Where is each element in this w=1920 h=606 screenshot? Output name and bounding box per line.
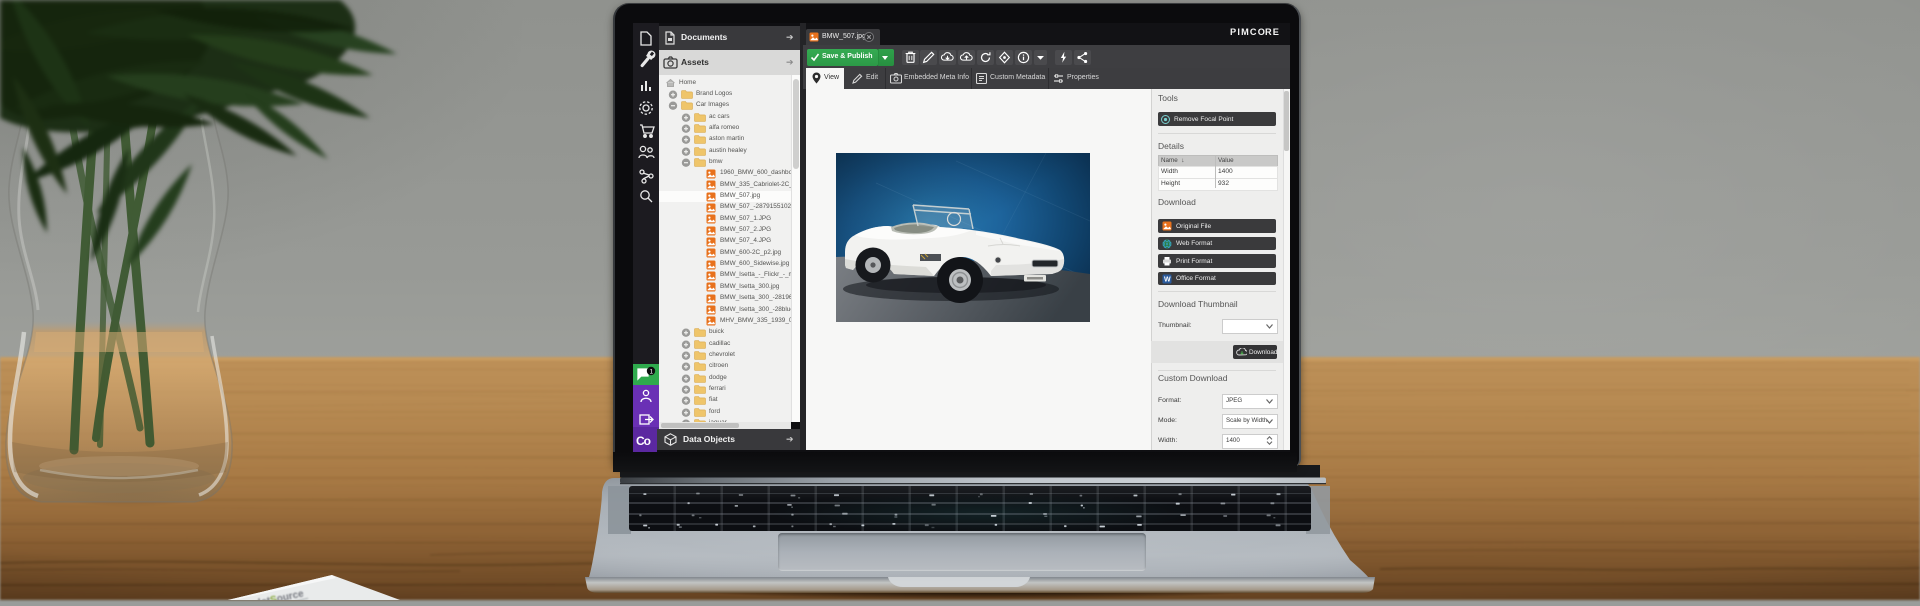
svg-text:1: 1 (650, 369, 654, 376)
svg-text:Co: Co (636, 434, 651, 448)
svg-text:W: W (1164, 276, 1171, 283)
